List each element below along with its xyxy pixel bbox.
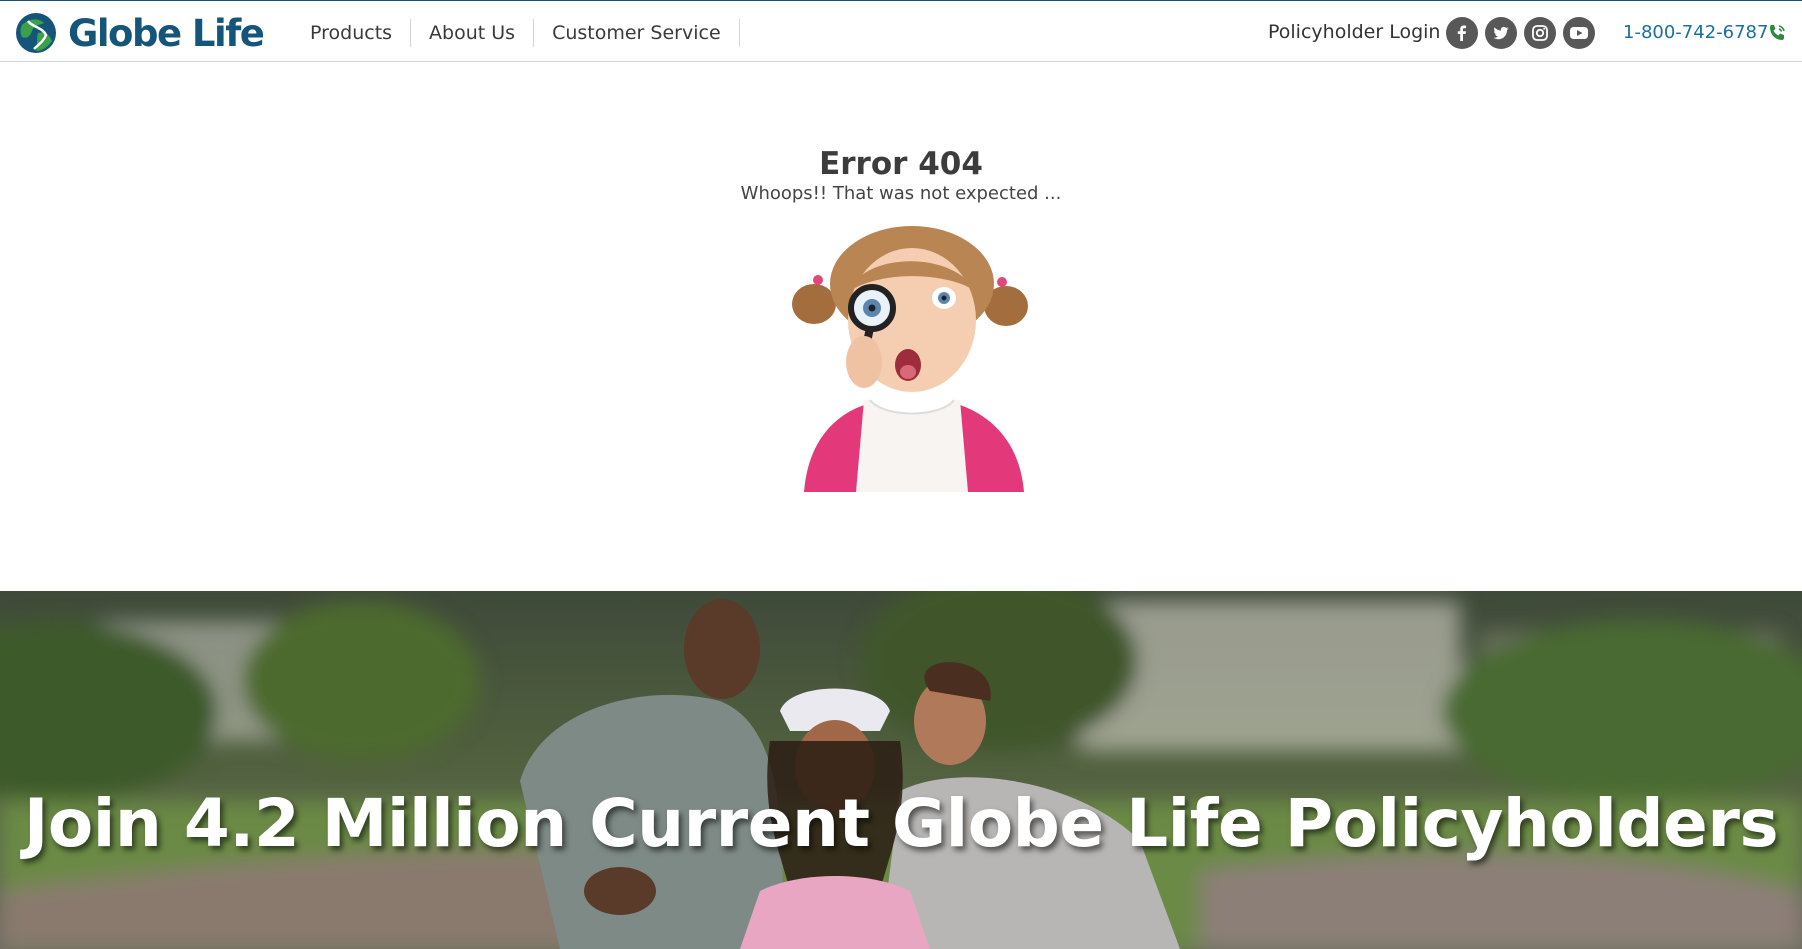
nav-item-products[interactable]: Products bbox=[290, 19, 412, 47]
error-subtitle: Whoops!! That was not expected ... bbox=[740, 183, 1062, 204]
globe-logo-icon bbox=[16, 13, 56, 53]
phone-icon[interactable] bbox=[1766, 22, 1788, 48]
girl-with-magnifier-image bbox=[784, 222, 1044, 492]
policyholder-login-link[interactable]: Policyholder Login bbox=[1268, 21, 1440, 43]
main-nav: Products About Us Customer Service bbox=[290, 19, 740, 47]
facebook-icon[interactable] bbox=[1446, 17, 1478, 49]
hero-banner-image bbox=[0, 591, 1802, 949]
site-header: Globe Life Products About Us Customer Se… bbox=[0, 0, 1802, 62]
phone-number-link[interactable]: 1-800-742-6787 bbox=[1623, 22, 1768, 43]
logo-wordmark: Globe Life bbox=[68, 11, 265, 55]
globe-life-logo[interactable]: Globe Life bbox=[14, 11, 265, 55]
social-links bbox=[1446, 17, 1595, 49]
nav-item-about-us[interactable]: About Us bbox=[411, 19, 535, 47]
instagram-icon[interactable] bbox=[1524, 17, 1556, 49]
error-title: Error 404 bbox=[819, 146, 983, 182]
nav-item-customer-service[interactable]: Customer Service bbox=[534, 19, 740, 47]
hero-title: Join 4.2 Million Current Globe Life Poli… bbox=[23, 785, 1779, 862]
youtube-icon[interactable] bbox=[1563, 17, 1595, 49]
twitter-icon[interactable] bbox=[1485, 17, 1517, 49]
